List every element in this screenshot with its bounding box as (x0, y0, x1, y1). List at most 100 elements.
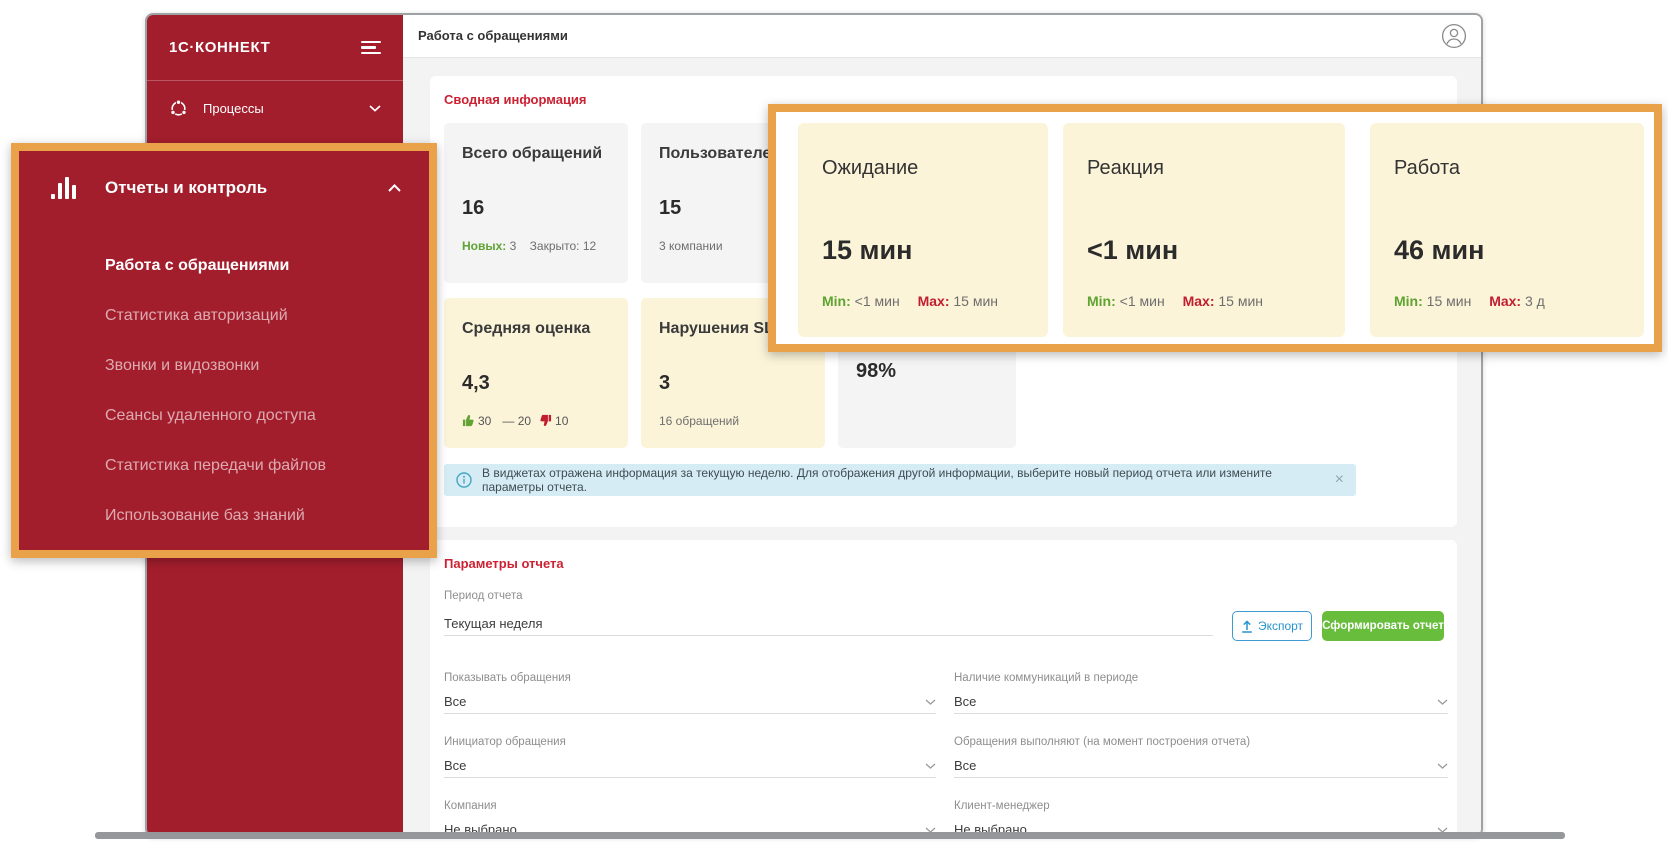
card-title: Пользователей (659, 145, 781, 163)
processes-icon (169, 99, 188, 118)
field-value: Все (444, 758, 466, 773)
reports-menu-header[interactable]: Отчеты и контроль (19, 173, 429, 205)
field-communications: Наличие коммуникаций в периоде Все (954, 672, 1448, 714)
info-banner-text: В виджетах отражена информация за текущу… (482, 466, 1327, 494)
thumb-up-icon (462, 414, 475, 427)
card-work-time: Работа 46 мин Min: 15 мин Max: 3 д (1370, 123, 1644, 337)
card-value: 16 (462, 197, 484, 220)
min-label: Min: (1087, 293, 1116, 309)
chevron-down-icon (1437, 763, 1448, 769)
upload-icon (1241, 620, 1253, 633)
field-label: Обращения выполняют (на момент построени… (954, 736, 1448, 748)
period-select[interactable]: Текущая неделя (444, 612, 1213, 636)
card-value: 15 (659, 197, 681, 220)
min-label: Min: (822, 293, 851, 309)
card-waiting-time: Ожидание 15 мин Min: <1 мин Max: 15 мин (798, 123, 1048, 337)
card-footer: Min: <1 мин Max: 15 мин (822, 293, 998, 309)
show-requests-select[interactable]: Все (444, 690, 936, 714)
max-value: 3 д (1525, 293, 1545, 309)
new-label: Новых: (462, 239, 506, 253)
thumb-down-icon (539, 414, 552, 427)
field-value: Все (954, 758, 976, 773)
field-executors: Обращения выполняют (на момент построени… (954, 736, 1448, 778)
field-label: Компания (444, 800, 936, 812)
chevron-down-icon (1437, 699, 1448, 705)
card-title: Реакция (1087, 157, 1164, 180)
max-value: 15 мин (953, 293, 998, 309)
card-average-rating: Средняя оценка 4,3 30— 20 10 (444, 298, 628, 448)
closed-text: Закрыто: 12 (530, 239, 597, 253)
min-value: <1 мин (855, 293, 900, 309)
window-bottom-edge (95, 832, 1565, 839)
user-icon (1441, 23, 1467, 49)
period-value: Текущая неделя (444, 616, 542, 631)
chevron-down-icon (369, 105, 381, 112)
max-label: Max: (918, 293, 950, 309)
chevron-down-icon (925, 699, 936, 705)
card-value: <1 мин (1087, 235, 1178, 266)
max-label: Max: (1183, 293, 1215, 309)
max-value: 15 мин (1218, 293, 1263, 309)
field-label: Наличие коммуникаций в периоде (954, 672, 1448, 684)
page-title: Работа с обращениями (418, 28, 568, 43)
menu-item-remote-sessions[interactable]: Сеансы удаленного доступа (105, 407, 316, 425)
bar-chart-icon (50, 173, 77, 200)
summary-section-title: Сводная информация (444, 92, 587, 107)
chevron-down-icon (925, 763, 936, 769)
likes-count: 30 (478, 414, 491, 428)
period-label: Период отчета (444, 590, 522, 602)
card-title: Ожидание (822, 157, 918, 180)
card-footer: Min: 15 мин Max: 3 д (1394, 293, 1545, 309)
card-total-requests: Всего обращений 16 Новых: 3 Закрыто: 12 (444, 123, 628, 283)
executors-select[interactable]: Все (954, 754, 1448, 778)
topbar: Работа с обращениями (403, 15, 1481, 58)
new-value: 3 (510, 239, 517, 253)
card-value: 3 (659, 372, 670, 395)
min-label: Min: (1394, 293, 1423, 309)
dislikes-count: 10 (555, 414, 568, 428)
card-footer: 16 обращений (659, 414, 739, 428)
banner-close-icon[interactable]: × (1335, 471, 1344, 489)
user-account-button[interactable] (1441, 23, 1467, 49)
initiator-select[interactable]: Все (444, 754, 936, 778)
field-initiator: Инициатор обращения Все (444, 736, 936, 778)
highlight-reports-menu: Отчеты и контроль Работа с обращениями С… (11, 143, 437, 558)
export-button[interactable]: Экспорт (1232, 611, 1312, 641)
screen: 1С·КОННЕКТ Процессы Работа с (0, 0, 1668, 845)
report-params-panel: Параметры отчета Период отчета Текущая н… (430, 540, 1457, 837)
menu-item-file-transfer[interactable]: Статистика передачи файлов (105, 457, 326, 475)
card-title: Работа (1394, 157, 1460, 180)
min-value: 15 мин (1427, 293, 1472, 309)
field-value: Все (954, 694, 976, 709)
card-value: 4,3 (462, 372, 490, 395)
menu-item-auth-statistics[interactable]: Статистика авторизаций (105, 307, 288, 325)
field-label: Показывать обращения (444, 672, 936, 684)
card-value: 15 мин (822, 235, 912, 266)
chevron-up-icon (388, 184, 401, 192)
card-title: Нарушения SLA (659, 320, 785, 338)
info-banner: В виджетах отражена информация за текущу… (444, 464, 1356, 496)
communications-select[interactable]: Все (954, 690, 1448, 714)
card-footer: Min: <1 мин Max: 15 мин (1087, 293, 1263, 309)
neutral-count: — 20 (502, 414, 531, 428)
card-footer: 3 компании (659, 239, 723, 253)
field-show-requests: Показывать обращения Все (444, 672, 936, 714)
menu-item-knowledge-bases[interactable]: Использование баз знаний (105, 507, 305, 525)
max-label: Max: (1489, 293, 1521, 309)
sidebar-item-processes[interactable]: Процессы (147, 81, 403, 135)
field-label: Клиент-менеджер (954, 800, 1448, 812)
card-footer: Новых: 3 Закрыто: 12 (462, 239, 596, 253)
reports-menu-title: Отчеты и контроль (105, 178, 267, 198)
generate-report-button[interactable]: Сформировать отчет (1322, 611, 1444, 641)
menu-item-calls[interactable]: Звонки и видозвонки (105, 357, 259, 375)
card-reaction-time: Реакция <1 мин Min: <1 мин Max: 15 мин (1063, 123, 1345, 337)
field-label: Инициатор обращения (444, 736, 936, 748)
export-label: Экспорт (1258, 619, 1303, 633)
app-logo: 1С·КОННЕКТ (169, 39, 270, 56)
menu-item-work-with-requests[interactable]: Работа с обращениями (105, 257, 289, 275)
menu-toggle-icon[interactable] (361, 37, 381, 58)
card-footer: 30 — 20 10 (462, 414, 576, 428)
sidebar-item-label: Процессы (203, 101, 369, 116)
field-value: Все (444, 694, 466, 709)
min-value: <1 мин (1120, 293, 1165, 309)
